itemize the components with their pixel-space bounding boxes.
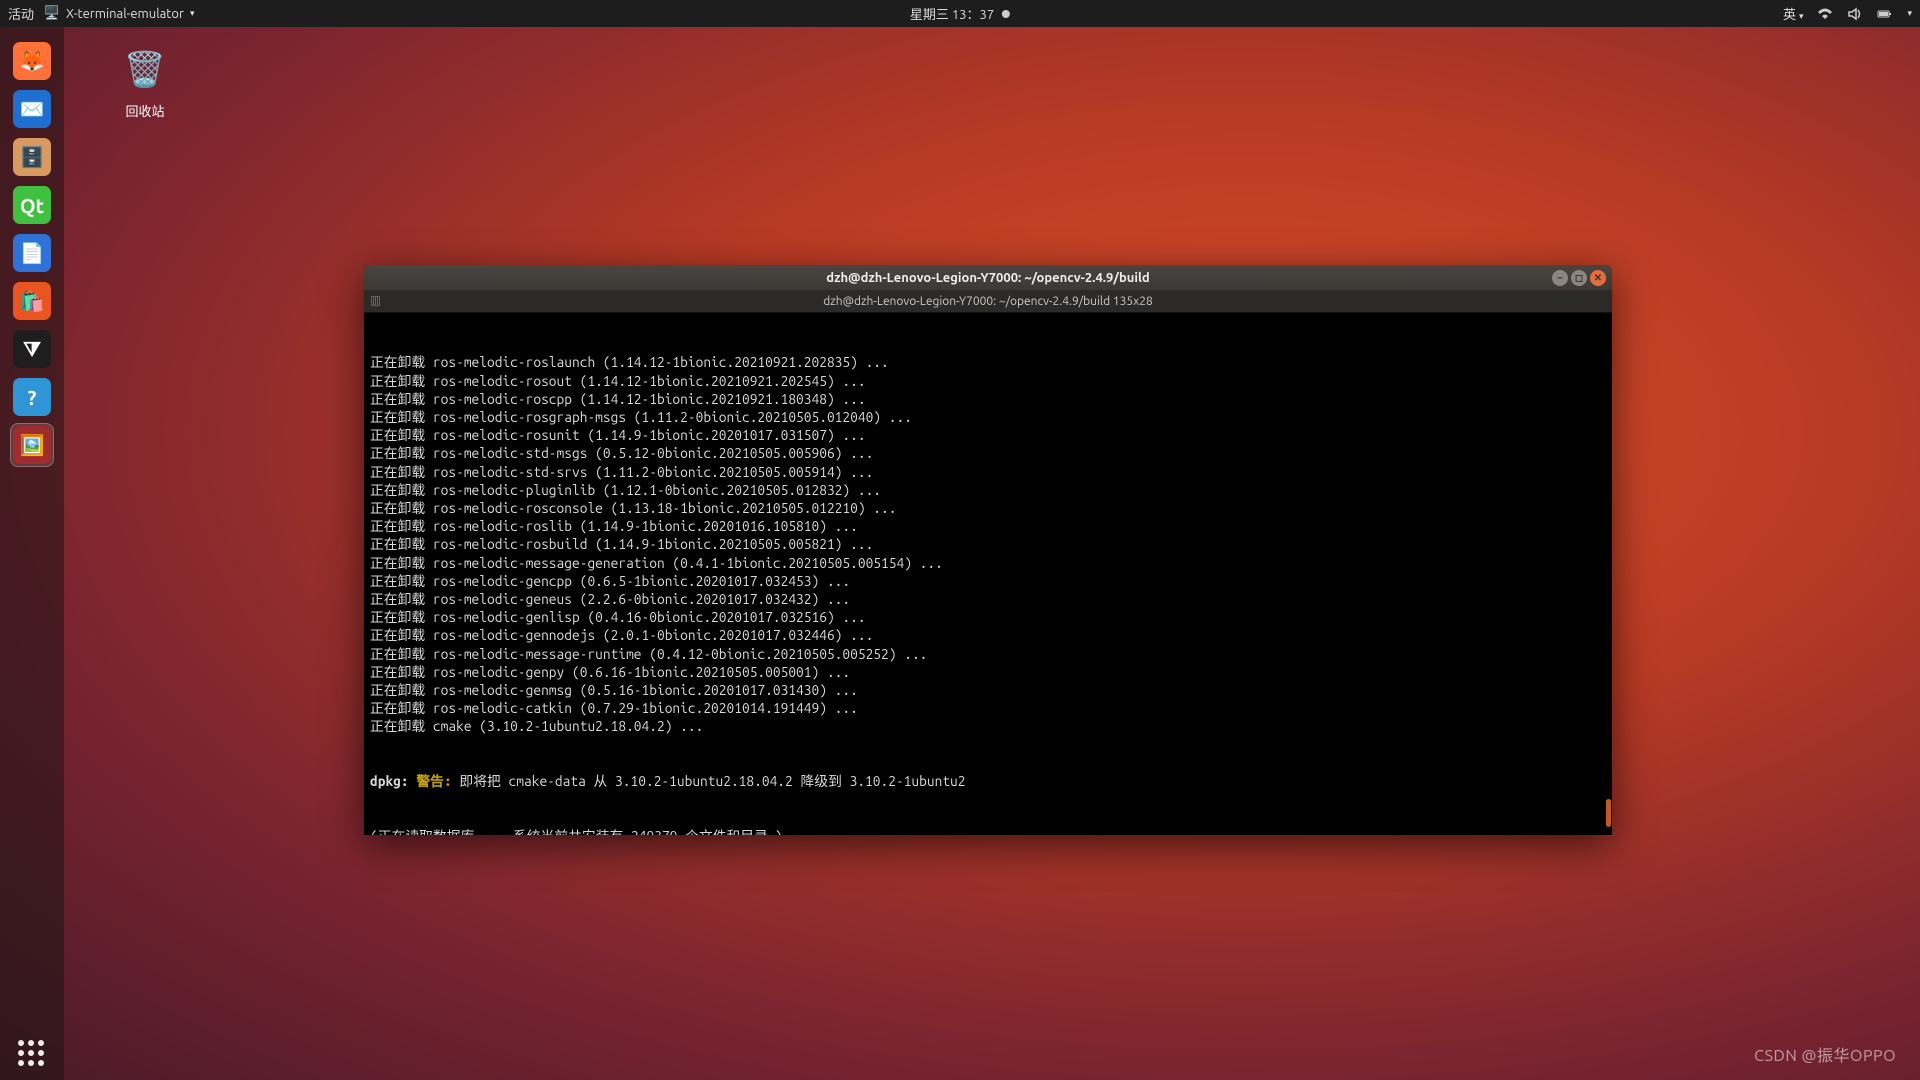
top-bar: 活动 🖥️ X-terminal-emulator ▾ 星期三 13：37 英 …	[0, 0, 1920, 27]
terminal-line: 正在卸载 ros-melodic-genlisp (0.4.16-0bionic…	[370, 608, 1606, 626]
terminal-body[interactable]: 正在卸载 ros-melodic-roslaunch (1.14.12-1bio…	[364, 313, 1612, 835]
terminal-line: 正在卸载 ros-melodic-std-msgs (0.5.12-0bioni…	[370, 444, 1606, 462]
trash-icon: 🗑️	[120, 45, 170, 95]
terminal-line: 正在卸载 ros-melodic-std-srvs (1.11.2-0bioni…	[370, 463, 1606, 481]
terminal-line: 正在卸载 ros-melodic-gencpp (0.6.5-1bionic.2…	[370, 572, 1606, 590]
terminal-app-icon: 🖥️	[44, 6, 60, 22]
clock-label: 星期三 13：37	[910, 4, 994, 23]
watermark: CSDN @振华OPPO	[1754, 1042, 1896, 1066]
terminal-tab[interactable]: dzh@dzh-Lenovo-Legion-Y7000: ~/opencv-2.…	[823, 295, 1153, 308]
terminal-line: 正在卸载 ros-melodic-rosgraph-msgs (1.11.2-0…	[370, 408, 1606, 426]
terminal-line: 正在卸载 ros-melodic-genmsg (0.5.16-1bionic.…	[370, 681, 1606, 699]
terminal-line: 正在卸载 ros-melodic-rosbuild (1.14.9-1bioni…	[370, 535, 1606, 553]
software-icon[interactable]: 🛍️	[10, 279, 54, 323]
chevron-down-icon: ▾	[1799, 11, 1804, 21]
dpkg-label: dpkg:	[370, 773, 409, 789]
dock: 🦊✉️🗄️Qt📄🛍️⧩?🖼️	[0, 27, 64, 1080]
clock[interactable]: 星期三 13：37	[910, 4, 1010, 23]
dpkg-warning: 警告:	[416, 773, 451, 789]
terminal-line: 正在卸载 ros-melodic-roslib (1.14.9-1bionic.…	[370, 517, 1606, 535]
terminal-line: 正在卸载 cmake (3.10.2-1ubuntu2.18.04.2) ...	[370, 717, 1606, 735]
notification-dot-icon	[1002, 10, 1010, 18]
trash-label: 回收站	[100, 101, 190, 120]
terminal-line: 正在卸载 ros-melodic-rosout (1.14.12-1bionic…	[370, 372, 1606, 390]
show-applications-button[interactable]	[18, 1040, 46, 1068]
chevron-down-icon: ▾	[190, 8, 195, 19]
terminal-titlebar[interactable]: dzh@dzh-Lenovo-Legion-Y7000: ~/opencv-2.…	[364, 265, 1612, 290]
app-menu[interactable]: 🖥️ X-terminal-emulator ▾	[44, 6, 194, 22]
close-button[interactable]: ✕	[1590, 270, 1606, 286]
terminal-line: 正在卸载 ros-melodic-roslaunch (1.14.12-1bio…	[370, 353, 1606, 371]
terminal-line: 正在卸载 ros-melodic-message-runtime (0.4.12…	[370, 645, 1606, 663]
terminal-line: 正在卸载 ros-melodic-gennodejs (2.0.1-0bioni…	[370, 626, 1606, 644]
terminal-line: 正在卸载 ros-melodic-roscpp (1.14.12-1bionic…	[370, 390, 1606, 408]
system-menu-chevron-icon[interactable]: ▾	[1907, 8, 1912, 19]
terminal-line: 正在卸载 ros-melodic-genpy (0.6.16-1bionic.2…	[370, 663, 1606, 681]
terminal-line: 正在卸载 ros-melodic-rosconsole (1.13.18-1bi…	[370, 499, 1606, 517]
minimize-button[interactable]: –	[1552, 270, 1568, 286]
vscode-icon[interactable]: ⧩	[10, 327, 54, 371]
ime-label: 英	[1783, 8, 1796, 22]
terminal-tabbar: ▥ dzh@dzh-Lenovo-Legion-Y7000: ~/opencv-…	[364, 290, 1612, 313]
terminal-line: 正在卸载 ros-melodic-geneus (2.2.6-0bionic.2…	[370, 590, 1606, 608]
terminal-line: 正在卸载 ros-melodic-message-generation (0.4…	[370, 554, 1606, 572]
trash-desktop-icon[interactable]: 🗑️ 回收站	[100, 45, 190, 120]
qt-icon[interactable]: Qt	[10, 183, 54, 227]
battery-icon[interactable]	[1877, 6, 1893, 22]
writer-icon[interactable]: 📄	[10, 231, 54, 275]
terminal-line: 正在卸载 ros-melodic-pluginlib (1.12.1-0bion…	[370, 481, 1606, 499]
screenshot-icon[interactable]: 🖼️	[10, 423, 54, 467]
scrollbar-thumb[interactable]	[1606, 799, 1611, 827]
help-icon[interactable]: ?	[10, 375, 54, 419]
dpkg-rest: 即将把 cmake-data 从 3.10.2-1ubuntu2.18.04.2…	[452, 773, 966, 789]
app-title-label: X-terminal-emulator	[66, 7, 184, 21]
terminal-window: dzh@dzh-Lenovo-Legion-Y7000: ~/opencv-2.…	[364, 265, 1612, 835]
ime-indicator[interactable]: 英 ▾	[1783, 4, 1804, 23]
files-icon[interactable]: 🗄️	[10, 135, 54, 179]
terminal-line: 正在卸载 ros-melodic-catkin (0.7.29-1bionic.…	[370, 699, 1606, 717]
terminal-title: dzh@dzh-Lenovo-Legion-Y7000: ~/opencv-2.…	[826, 271, 1149, 285]
firefox-icon[interactable]: 🦊	[10, 39, 54, 83]
maximize-button[interactable]: ◻	[1571, 270, 1587, 286]
volume-icon[interactable]	[1847, 6, 1863, 22]
activities-button[interactable]: 活动	[8, 4, 34, 23]
terminal-line: (正在读取数据库 ... 系统当前共安装有 249379 个文件和目录。)	[370, 827, 1606, 835]
terminal-line: 正在卸载 ros-melodic-rosunit (1.14.9-1bionic…	[370, 426, 1606, 444]
wifi-icon[interactable]	[1817, 6, 1833, 22]
split-icon[interactable]: ▥	[370, 293, 381, 309]
thunderbird-icon[interactable]: ✉️	[10, 87, 54, 131]
